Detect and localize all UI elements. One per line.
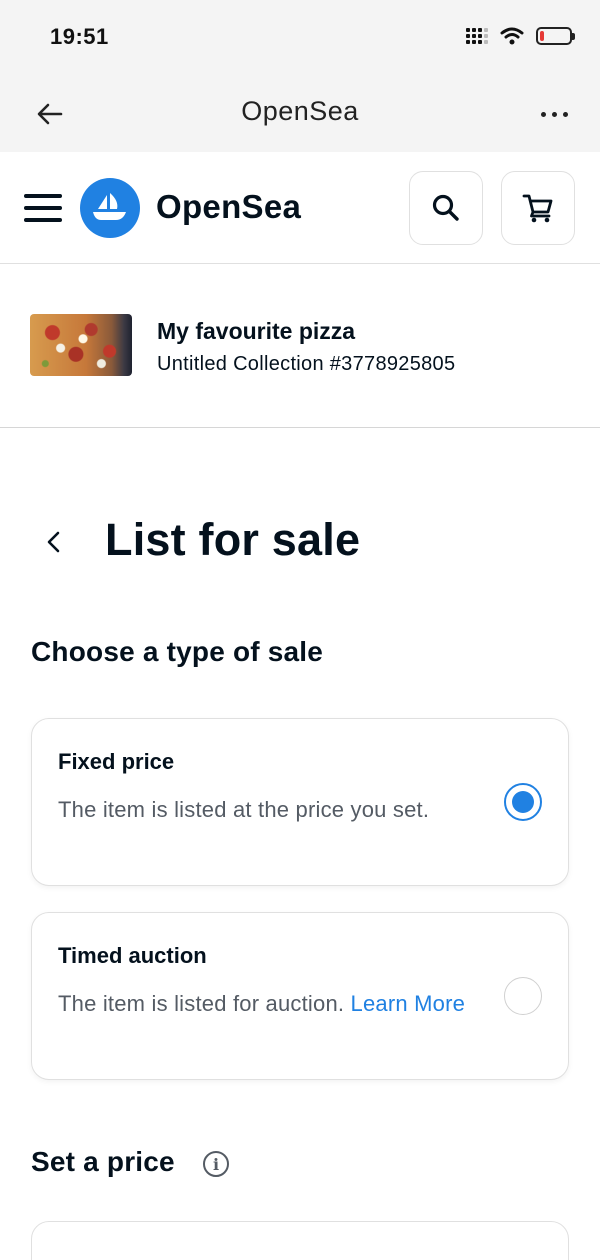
hamburger-menu-button[interactable] xyxy=(24,194,62,222)
cart-icon xyxy=(522,194,553,223)
page-title-row: List for sale xyxy=(0,508,600,578)
more-dot xyxy=(562,111,568,117)
sale-option-timed-auction[interactable]: Timed auction The item is listed for auc… xyxy=(31,912,569,1080)
item-thumbnail xyxy=(30,314,132,376)
sale-option-fixed-price[interactable]: Fixed price The item is listed at the pr… xyxy=(31,718,569,886)
item-collection: Untitled Collection #3778925805 xyxy=(157,353,456,375)
browser-more-button[interactable] xyxy=(534,94,574,134)
battery-level xyxy=(540,31,544,41)
sale-type-heading: Choose a type of sale xyxy=(31,636,324,667)
more-dot xyxy=(540,111,546,117)
learn-more-link[interactable]: Learn More xyxy=(351,991,466,1016)
sale-option-title: Fixed price xyxy=(58,749,175,774)
info-icon[interactable]: i xyxy=(203,1151,229,1177)
cart-button[interactable] xyxy=(501,171,575,245)
fixed-price-radio[interactable] xyxy=(504,783,542,821)
sailboat-icon xyxy=(93,193,126,220)
brand-name[interactable]: OpenSea xyxy=(156,188,301,226)
battery-icon xyxy=(536,27,575,45)
browser-title: OpenSea xyxy=(241,96,359,126)
page-title: List for sale xyxy=(105,514,361,565)
more-dot xyxy=(551,111,557,117)
browser-nav-bar: OpenSea xyxy=(0,76,600,152)
sale-option-description: The item is listed at the price you set. xyxy=(58,797,430,822)
search-icon xyxy=(432,194,459,221)
cellular-signal-icon xyxy=(466,28,488,44)
page-back-button[interactable] xyxy=(36,522,70,562)
sale-option-description: The item is listed for auction. xyxy=(58,991,345,1016)
status-time: 19:51 xyxy=(50,24,109,49)
status-icons xyxy=(466,26,575,46)
site-header: OpenSea xyxy=(0,152,600,264)
wifi-icon xyxy=(500,27,524,45)
price-input-card[interactable] xyxy=(31,1221,569,1260)
opensea-logo[interactable] xyxy=(80,178,140,238)
item-summary[interactable]: My favourite pizza Untitled Collection #… xyxy=(0,264,600,428)
sale-option-description-block: The item is listed for auction. Learn Mo… xyxy=(58,985,478,1022)
search-button[interactable] xyxy=(409,171,483,245)
chevron-left-icon xyxy=(47,531,60,553)
set-price-heading: Set a price xyxy=(31,1146,175,1177)
item-name: My favourite pizza xyxy=(157,318,356,344)
timed-auction-radio[interactable] xyxy=(504,977,542,1015)
sale-option-title: Timed auction xyxy=(58,943,207,968)
status-bar: 19:51 xyxy=(0,0,600,76)
